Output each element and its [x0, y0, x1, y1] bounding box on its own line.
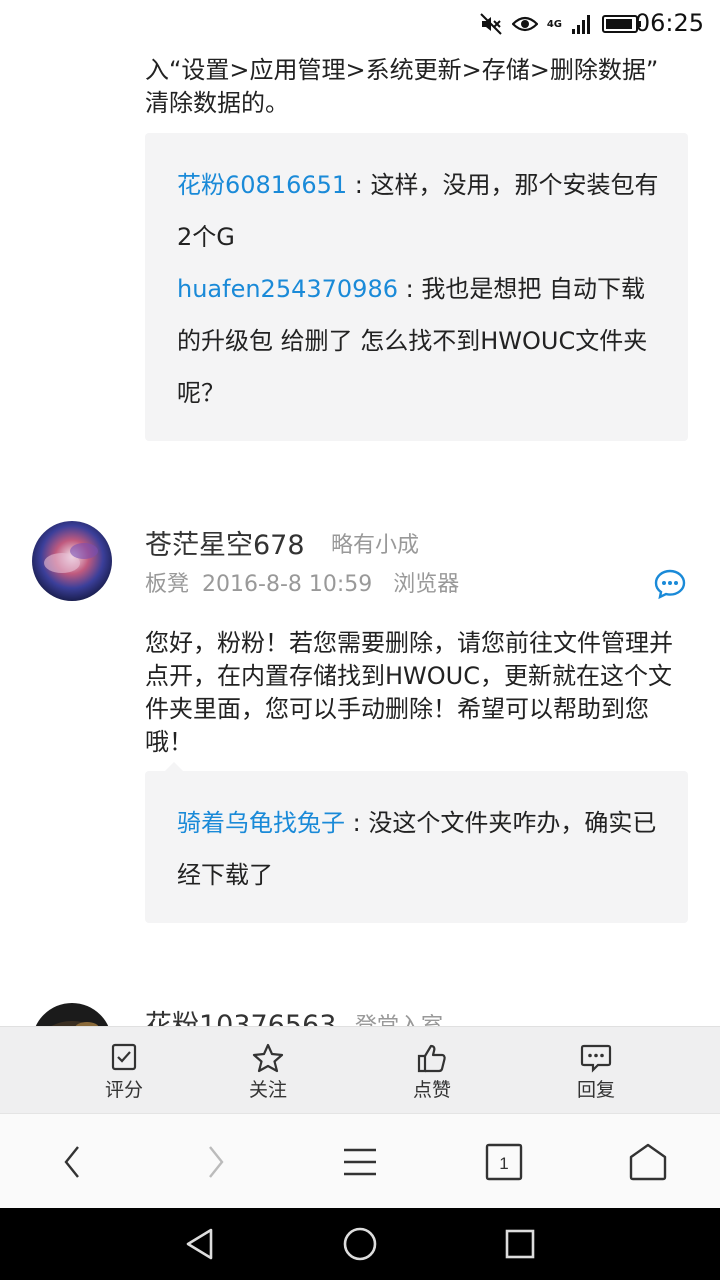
- rate-button[interactable]: 评分: [74, 1027, 174, 1113]
- rate-label: 评分: [104, 1079, 143, 1101]
- status-icons: 4G: [479, 8, 642, 40]
- triangle-back-icon: [186, 1228, 213, 1260]
- post-datetime: 2016-8-8 10:59: [202, 572, 373, 597]
- post-source: 浏览器: [393, 572, 460, 597]
- eye-icon: [511, 14, 538, 34]
- reply-item[interactable]: huafen254370986 : 我也是想把 自动下载的升级包 给删了 怎么找…: [177, 263, 662, 419]
- star-icon: [252, 1043, 284, 1073]
- square-recents-icon: [505, 1229, 535, 1259]
- status-bar: 4G 06:25: [0, 0, 720, 48]
- comment-button[interactable]: [654, 568, 686, 600]
- rate-icon: [111, 1043, 137, 1071]
- back-button[interactable]: [44, 1134, 100, 1190]
- browser-toolbar: 1: [0, 1113, 720, 1209]
- post-text-tail: 入“设置>应用管理>系统更新>存储>删除数据” 清除数据的。: [145, 54, 690, 120]
- follow-label: 关注: [248, 1079, 287, 1101]
- user-level: 略有小成: [331, 533, 420, 558]
- reply-user-link[interactable]: 骑着乌龟找兔子: [177, 809, 345, 837]
- chevron-left-icon: [64, 1146, 79, 1178]
- reply-box: 骑着乌龟找兔子 : 没这个文件夹咋办，确实已经下载了: [145, 762, 688, 923]
- clock: 06:25: [634, 9, 704, 37]
- forward-button[interactable]: [188, 1134, 244, 1190]
- home-icon: [629, 1143, 667, 1181]
- signal-icon: [571, 13, 593, 35]
- home-button[interactable]: [620, 1134, 676, 1190]
- like-button[interactable]: 点赞: [382, 1027, 482, 1113]
- thumbs-up-icon: [417, 1044, 446, 1073]
- tabs-button[interactable]: 1: [476, 1134, 532, 1190]
- reply-item[interactable]: 骑着乌龟找兔子 : 没这个文件夹咋办，确实已经下载了: [177, 797, 662, 901]
- nav-recents-button[interactable]: [498, 1222, 542, 1266]
- reply-user-link[interactable]: 花粉60816651: [177, 171, 347, 199]
- follow-button[interactable]: 关注: [218, 1027, 318, 1113]
- avatar[interactable]: [32, 521, 112, 601]
- nav-back-button[interactable]: [178, 1222, 222, 1266]
- system-navigation-bar: [0, 1208, 720, 1280]
- circle-home-icon: [343, 1227, 377, 1261]
- reply-box: 花粉60816651 : 这样，没用，那个安装包有2个G huafen25437…: [145, 133, 688, 441]
- mute-icon: [479, 12, 503, 36]
- tab-count: 1: [499, 1154, 508, 1173]
- post-line: 清除数据的。: [145, 89, 289, 117]
- comment-icon: [654, 569, 686, 600]
- reply-arrow: [165, 762, 183, 771]
- network-type: 4G: [546, 18, 562, 30]
- reply-separator: :: [397, 275, 422, 303]
- reply-label: 回复: [576, 1079, 615, 1101]
- floor-label: 板凳: [145, 572, 190, 597]
- reply-separator: :: [347, 171, 371, 199]
- reply-icon: [580, 1044, 612, 1073]
- chevron-right-icon: [209, 1146, 224, 1178]
- post-line: 入“设置>应用管理>系统更新>存储>删除数据”: [145, 56, 659, 84]
- reply-separator: :: [345, 809, 369, 837]
- reply-user-link[interactable]: huafen254370986: [177, 275, 398, 303]
- tabs-icon: 1: [485, 1143, 523, 1181]
- menu-button[interactable]: [332, 1134, 388, 1190]
- menu-icon: [344, 1148, 376, 1176]
- action-bar: 评分 关注 点赞 回复: [0, 1026, 720, 1113]
- reply-button[interactable]: 回复: [546, 1027, 646, 1113]
- like-label: 点赞: [412, 1079, 451, 1101]
- reply-item[interactable]: 花粉60816651 : 这样，没用，那个安装包有2个G: [177, 159, 662, 263]
- username[interactable]: 苍茫星空678: [145, 523, 305, 562]
- post-body: 您好，粉粉！若您需要删除，请您前往文件管理并点开，在内置存储找到HWOUC，更新…: [145, 629, 673, 756]
- post-meta: 板凳 2016-8-8 10:59 浏览器: [145, 566, 459, 598]
- nav-home-button[interactable]: [338, 1222, 382, 1266]
